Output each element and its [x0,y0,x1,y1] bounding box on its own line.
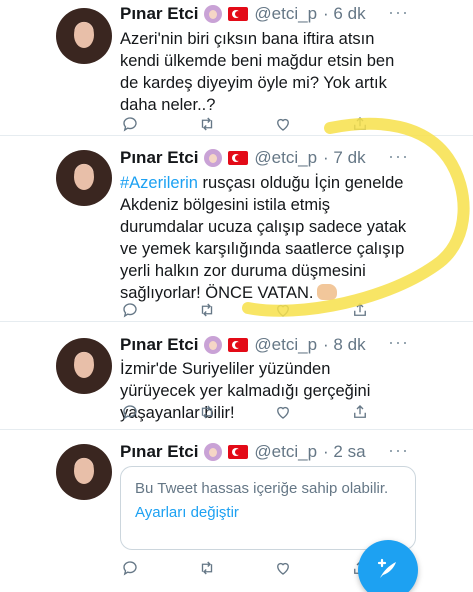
display-name[interactable]: Pınar Etci [120,335,198,355]
timestamp[interactable]: · 2 sa [323,442,366,462]
tweet-actions [120,402,370,422]
tweet-header: Pınar Etci @etci_p · 2 sa [120,442,366,462]
emoji-woman-icon [204,5,223,23]
tweet[interactable]: Pınar Etci @etci_p · 8 dk ··· İzmir'de S… [0,322,473,430]
timestamp[interactable]: · 7 dk [323,148,366,168]
heart-icon[interactable] [273,558,293,578]
heart-icon[interactable] [273,114,293,134]
more-options-icon[interactable]: ··· [388,332,409,353]
tweet-header: Pınar Etci @etci_p · 8 dk [120,335,366,355]
retweet-icon[interactable] [197,558,217,578]
tweet-header: Pınar Etci @etci_p · 7 dk [120,148,366,168]
turkey-flag-icon [228,445,249,459]
share-icon[interactable] [350,402,370,422]
emoji-woman-icon [204,336,223,354]
compose-tweet-button[interactable] [358,540,418,592]
username[interactable]: @etci_p [254,148,317,168]
tweet-actions [120,558,370,578]
heart-icon[interactable] [273,300,293,320]
tweet[interactable]: Pınar Etci @etci_p · 7 dk ··· #Azerileri… [0,136,473,322]
username[interactable]: @etci_p [254,335,317,355]
retweet-icon[interactable] [197,300,217,320]
turkey-flag-icon [228,151,249,165]
tweet-text-body: rusçası olduğu İçin genelde Akdeniz bölg… [120,174,407,302]
heart-icon[interactable] [273,402,293,422]
hashtag-link[interactable]: #Azerilerin [120,174,198,192]
more-options-icon[interactable]: ··· [388,146,409,167]
timestamp[interactable]: · 8 dk [323,335,366,355]
timestamp[interactable]: · 6 dk [323,4,366,24]
compose-tweet-icon [377,558,396,578]
tweet-actions [120,300,370,320]
retweet-icon[interactable] [197,114,217,134]
tweet-text: Azeri'nin biri çıksın bana iftira atsın … [120,30,395,114]
share-icon[interactable] [350,300,370,320]
avatar[interactable] [56,338,112,394]
share-icon[interactable] [350,114,370,134]
emoji-woman-icon [204,443,223,461]
sensitive-content-notice: Bu Tweet hassas içeriğe sahip olabilir. … [120,466,416,550]
tweet-header: Pınar Etci @etci_p · 6 dk [120,4,366,24]
username[interactable]: @etci_p [254,4,317,24]
change-settings-link[interactable]: Ayarları değiştir [135,503,401,523]
tweet[interactable]: Pınar Etci @etci_p · 6 dk ··· Azeri'nin … [0,0,473,136]
turkey-flag-icon [228,338,249,352]
tweet-actions [120,114,370,134]
avatar[interactable] [56,8,112,64]
sensitive-content-text: Bu Tweet hassas içeriğe sahip olabilir. [135,480,389,497]
display-name[interactable]: Pınar Etci [120,148,198,168]
emoji-woman-icon [204,149,223,167]
fist-emoji-icon [317,284,338,300]
retweet-icon[interactable] [197,402,217,422]
reply-icon[interactable] [120,558,140,578]
reply-icon[interactable] [120,402,140,422]
reply-icon[interactable] [120,300,140,320]
username[interactable]: @etci_p [254,442,317,462]
avatar[interactable] [56,150,112,206]
display-name[interactable]: Pınar Etci [120,4,198,24]
reply-icon[interactable] [120,114,140,134]
display-name[interactable]: Pınar Etci [120,442,198,462]
timeline: Pınar Etci @etci_p · 6 dk ··· Azeri'nin … [0,0,473,592]
turkey-flag-icon [228,7,249,21]
more-options-icon[interactable]: ··· [388,440,409,461]
more-options-icon[interactable]: ··· [388,2,409,23]
tweet-text: #Azerilerin rusçası olduğu İçin genelde … [120,172,410,304]
avatar[interactable] [56,444,112,500]
